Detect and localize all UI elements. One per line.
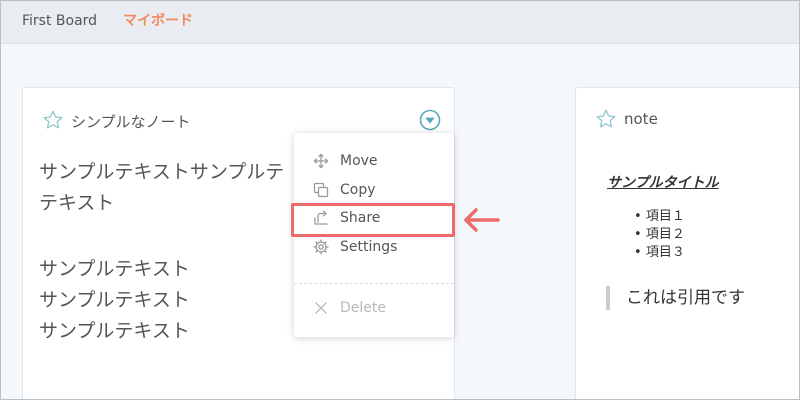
card-options-menu: Move Copy Share Settings Delete — [294, 133, 454, 337]
menu-item-label: Settings — [340, 239, 398, 255]
list-item: 項目１ — [634, 208, 685, 226]
menu-item-move[interactable]: Move — [294, 147, 454, 175]
note-card-note: note サンプルタイトル 項目１ 項目２ 項目３ これは引用です — [575, 87, 800, 400]
note-list: 項目１ 項目２ 項目３ — [634, 208, 685, 262]
menu-item-label: Share — [340, 210, 381, 226]
chevron-down-icon[interactable] — [419, 109, 441, 131]
blockquote: これは引用です — [606, 286, 745, 310]
menu-item-label: Delete — [340, 300, 386, 316]
menu-item-copy[interactable]: Copy — [294, 176, 454, 204]
gear-icon — [313, 239, 329, 255]
card-title: note — [624, 110, 658, 128]
move-arrows-icon — [313, 153, 329, 169]
menu-item-settings[interactable]: Settings — [294, 233, 454, 261]
list-item: 項目３ — [634, 244, 685, 262]
star-icon[interactable] — [595, 108, 617, 130]
share-icon — [314, 210, 328, 225]
tab-first-board[interactable]: First Board — [22, 12, 97, 30]
note-text-line: サンプルテキスト — [39, 289, 190, 311]
note-text-line: サンプルテキスト — [39, 258, 190, 280]
star-icon[interactable] — [42, 109, 64, 131]
menu-item-share[interactable]: Share — [294, 204, 454, 232]
board-tabs-bar: First Board マイボード — [0, 0, 800, 44]
card-title: シンプルなノート — [71, 113, 191, 131]
menu-divider — [294, 283, 454, 284]
menu-item-label: Copy — [340, 182, 376, 198]
arrow-left-icon — [464, 208, 500, 232]
copy-icon — [313, 182, 329, 198]
list-item: 項目２ — [634, 226, 685, 244]
menu-item-label: Move — [340, 153, 378, 169]
note-text-line: サンプルテキスト — [39, 320, 190, 342]
note-text-line: サンプルテキストサンプルテ — [39, 161, 285, 183]
note-heading: サンプルタイトル — [607, 175, 719, 191]
close-icon — [315, 302, 327, 314]
tab-my-board[interactable]: マイボード — [123, 12, 193, 30]
note-text-line: テキスト — [39, 192, 115, 214]
menu-item-delete[interactable]: Delete — [294, 294, 454, 322]
